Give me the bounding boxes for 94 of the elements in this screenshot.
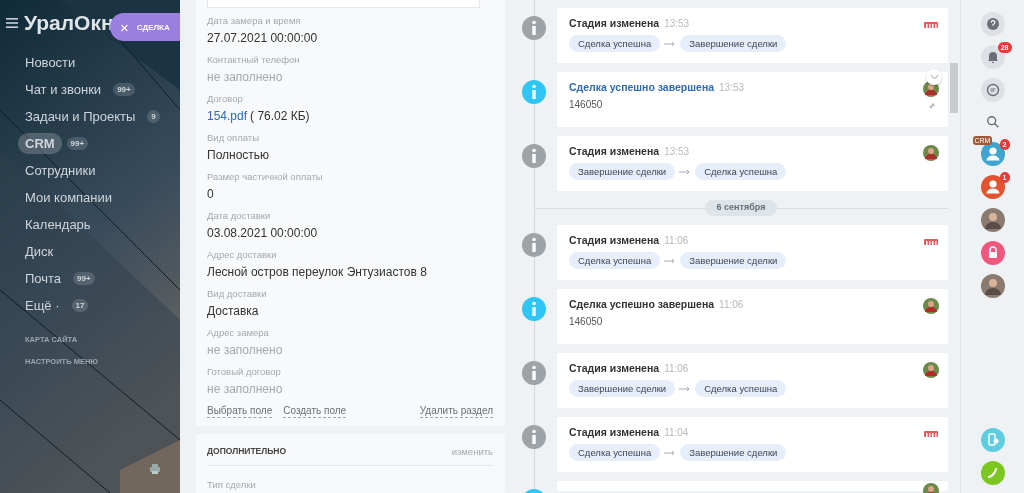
field-label: Договор — [207, 93, 244, 105]
help-icon[interactable] — [980, 12, 1005, 36]
event-title: Стадия изменена — [569, 362, 660, 374]
stage-pill: Сделка успешна — [569, 444, 661, 461]
stage-pill: Завершение сделки — [680, 444, 787, 461]
info-icon — [522, 144, 546, 168]
stage-pill: Завершение сделки — [680, 252, 787, 269]
field-value: 03.08.2021 00:00:00 — [207, 225, 319, 242]
field-label: Вид доставки — [207, 288, 268, 300]
menu-icon[interactable] — [6, 18, 18, 28]
menu-item[interactable]: Ещё · — [18, 295, 67, 316]
field-value: Полностью — [207, 147, 271, 164]
file-link[interactable]: 154.pdf — [207, 108, 248, 125]
phone-icon[interactable] — [980, 461, 1005, 485]
event-text: 146050 — [569, 99, 603, 110]
dashed-link[interactable]: Выбрать поле — [207, 404, 273, 418]
counter-badge: 99+ — [113, 83, 135, 96]
arrow-icon — [664, 40, 677, 47]
contact-icon[interactable] — [980, 142, 1005, 166]
counter-badge: 99+ — [73, 272, 95, 285]
stage-pill: Сделка успешна — [569, 35, 661, 52]
event-title: Сделка успешно завершена — [569, 81, 715, 93]
menu-item[interactable]: Задачи и Проекты — [18, 106, 143, 127]
avatar-icon[interactable] — [980, 274, 1005, 298]
section-title: ДОПОЛНИТЕЛЬНО — [207, 446, 287, 457]
dashed-link[interactable]: Создать поле — [283, 404, 347, 418]
avatar-icon — [923, 145, 939, 161]
event-time: 13:53 — [719, 82, 745, 93]
info-icon — [522, 233, 546, 257]
event-title: Стадия изменена — [569, 426, 660, 438]
info-icon — [522, 361, 546, 385]
menu-item[interactable]: Диск — [18, 241, 61, 262]
counter-badge: 99+ — [66, 137, 89, 150]
avatar-icon — [923, 298, 939, 314]
date-pill: 6 сентября — [704, 200, 778, 216]
info-icon — [522, 80, 546, 104]
collapse-button[interactable] — [926, 69, 942, 85]
event-time: 11:06 — [664, 235, 689, 246]
arrow-icon — [679, 168, 692, 175]
event-title: Стадия изменена — [569, 234, 660, 246]
field-value: 27.07.2021 00:00:00 — [207, 30, 319, 47]
search-icon[interactable] — [985, 115, 1000, 129]
info-icon — [522, 425, 546, 449]
stage-pill: Завершение сделки — [569, 163, 676, 180]
event-title: Стадия изменена — [569, 145, 660, 157]
chevron-down-icon — [929, 74, 939, 80]
stage-pill: Завершение сделки — [569, 380, 676, 397]
menu-item[interactable]: Сотрудники — [18, 160, 103, 181]
field-value: ( 76.02 КБ) — [250, 108, 310, 125]
event-time: 13:53 — [664, 18, 690, 29]
field-label: Размер частичной оплаты — [207, 171, 324, 183]
dashed-link[interactable]: Удалить раздел — [419, 404, 493, 418]
field-label: Дата доставки — [207, 210, 272, 222]
field-label: Контактный телефон — [207, 54, 301, 66]
field-value: Лесной остров переулок Энтузиастов 8 — [207, 264, 428, 281]
field-value: Доставка — [207, 303, 260, 320]
menu-item[interactable]: CRM — [18, 133, 62, 154]
counter-badge: 17 — [71, 299, 89, 312]
menu-item[interactable]: Почта — [18, 268, 69, 289]
info-icon — [522, 297, 546, 321]
counter-badge: 9 — [147, 110, 160, 123]
event-time: 11:06 — [719, 299, 744, 310]
event-time: 13:53 — [664, 146, 690, 157]
menu-item[interactable]: Мои компании — [18, 187, 120, 208]
avatar-icon — [923, 362, 939, 378]
stage-pill: Сделка успешна — [695, 380, 787, 397]
avatar-icon[interactable] — [980, 208, 1005, 232]
field-value: 0 — [207, 186, 215, 203]
arrow-icon — [664, 449, 677, 456]
event-text: 146050 — [569, 316, 603, 327]
event-title: Стадия изменена — [569, 17, 660, 29]
arrow-icon — [664, 257, 677, 264]
event-title: Сделка успешно завершена — [569, 298, 715, 310]
printer-icon[interactable] — [149, 463, 161, 475]
lock-icon[interactable] — [980, 241, 1005, 265]
field-label: Адрес замера — [207, 327, 270, 339]
event-time: 11:06 — [664, 363, 689, 374]
chat-icon[interactable] — [980, 78, 1005, 102]
info-icon — [522, 16, 546, 40]
field-label: Тип сделки — [207, 479, 256, 490]
menu-item[interactable]: Календарь — [18, 214, 98, 235]
menu-item[interactable]: Новости — [18, 52, 83, 73]
field-box[interactable] — [207, 0, 480, 8]
field-label: Готовый договор — [207, 366, 282, 378]
stage-pill: Завершение сделки — [680, 35, 787, 52]
field-label: Дата замера и время — [207, 15, 302, 27]
contact-icon[interactable] — [980, 175, 1005, 199]
menu-item[interactable]: Чат и звонки — [18, 79, 109, 100]
event-time: 11:04 — [664, 427, 689, 438]
arrow-icon — [679, 385, 692, 392]
field-label: Адрес доставки — [207, 249, 278, 261]
stage-pill: Сделка успешна — [569, 252, 661, 269]
field-label: Вид оплаты — [207, 132, 261, 144]
stage-pill: Сделка успешна — [695, 163, 787, 180]
